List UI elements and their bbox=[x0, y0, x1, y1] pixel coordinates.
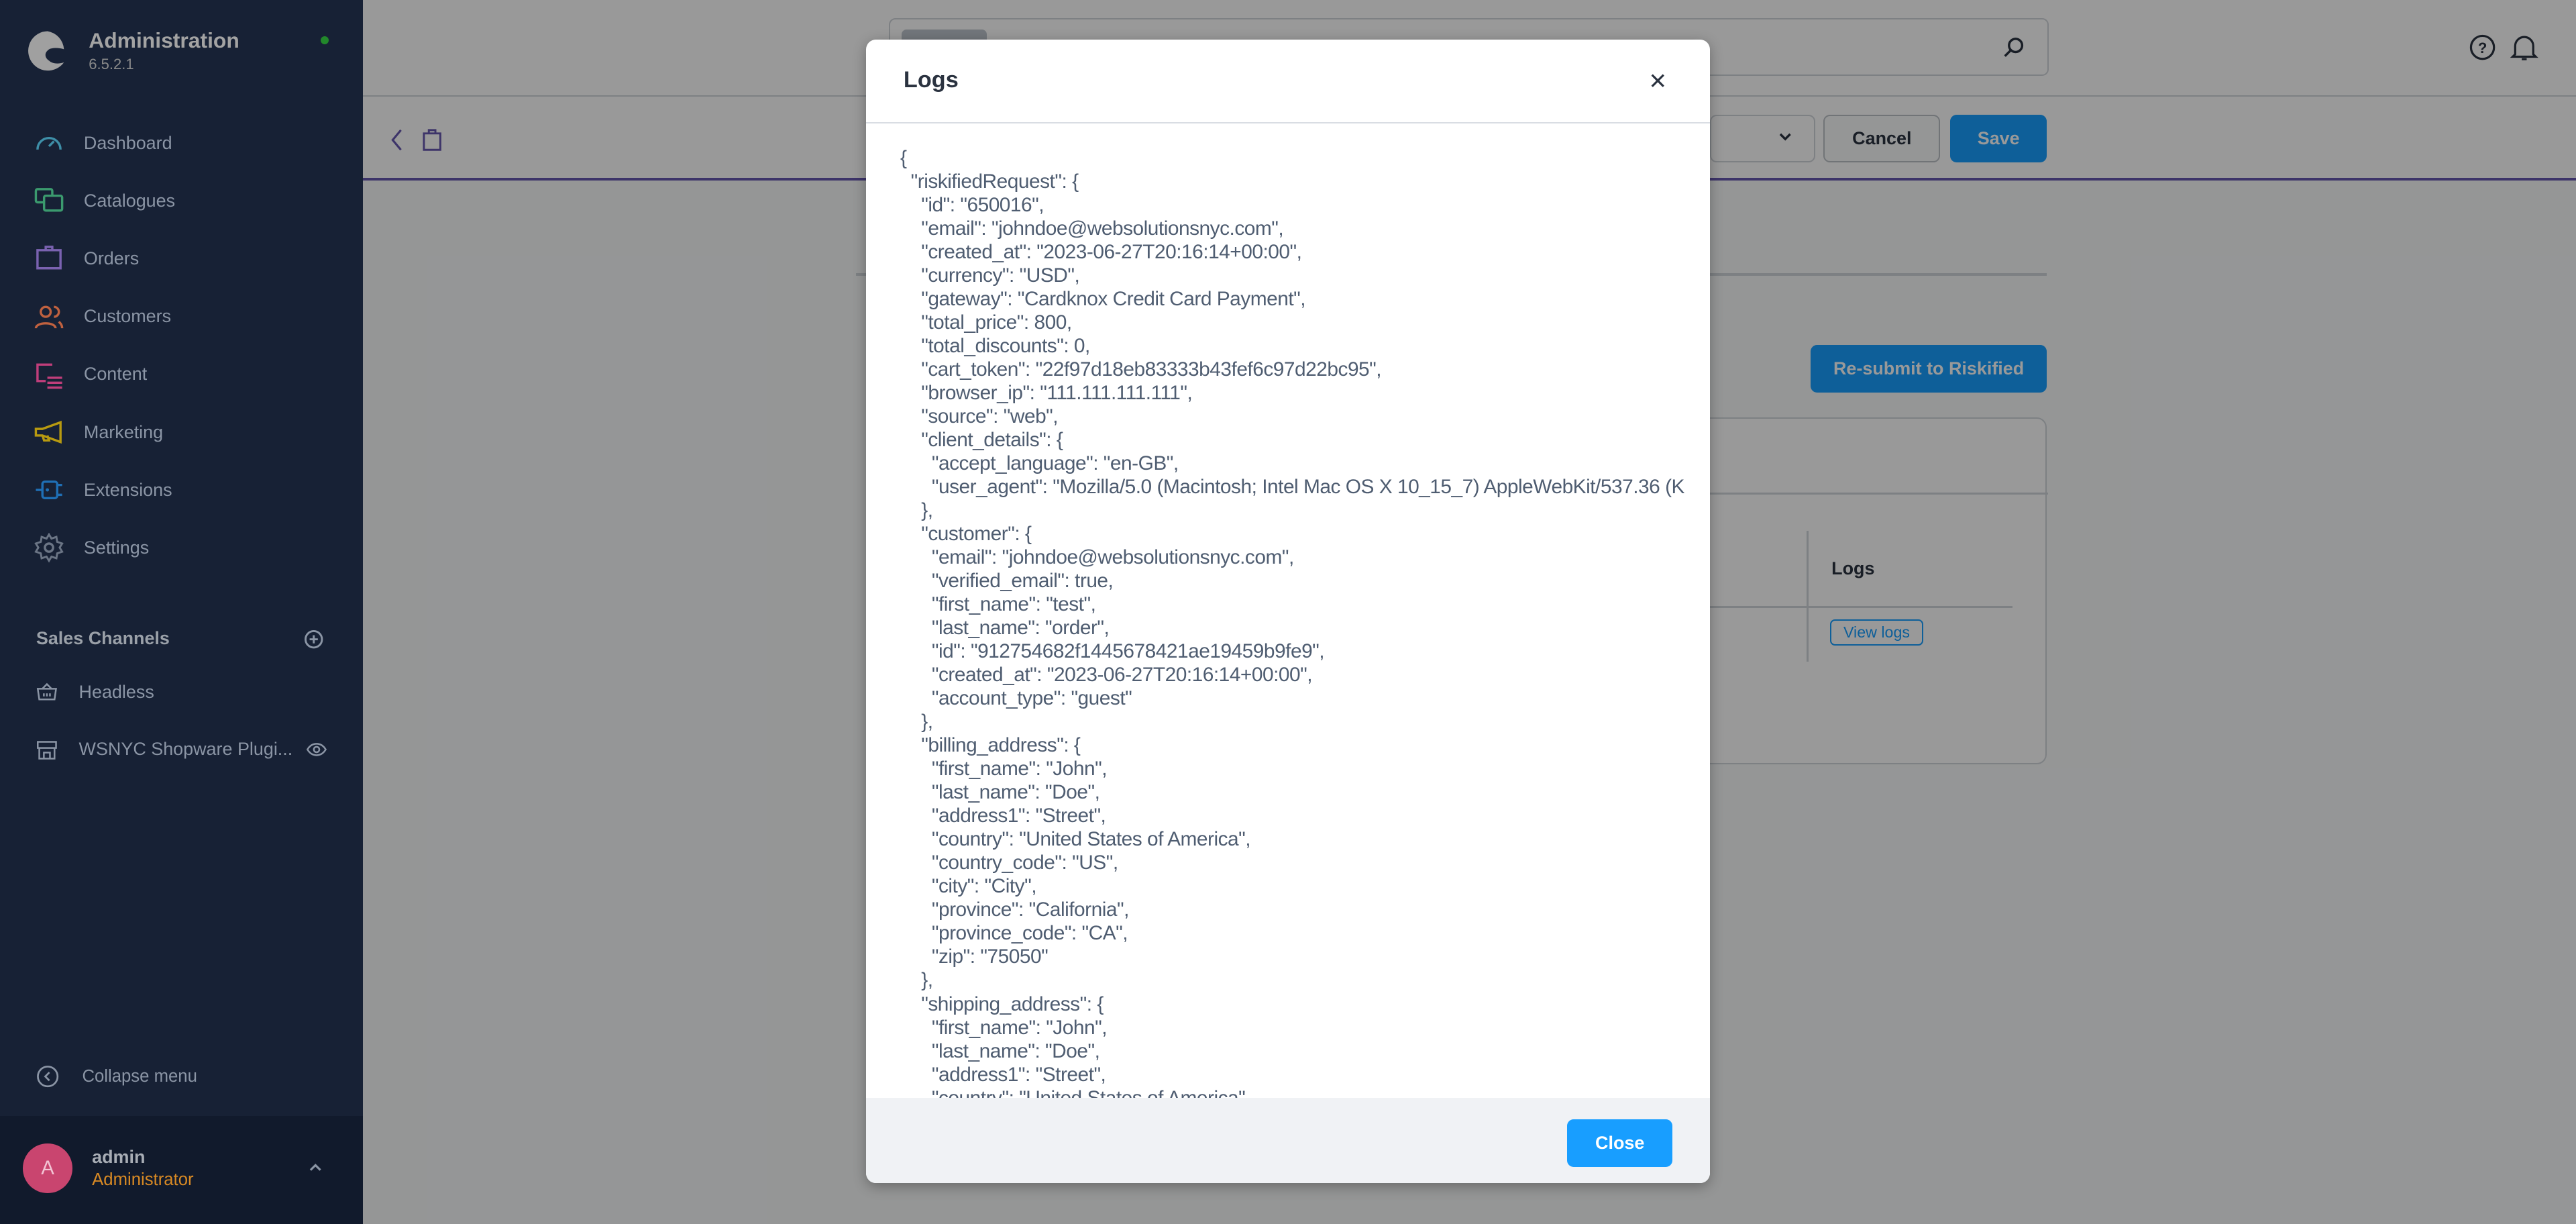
json-line: "email": "johndoe@websolutionsnyc.com", bbox=[900, 546, 1294, 569]
json-line: "country": "United States of America", bbox=[900, 828, 1251, 851]
json-line: "city": "City", bbox=[900, 875, 1037, 898]
app-root: Administration 6.5.2.1 Dashboard Catalogu… bbox=[0, 0, 2576, 1224]
json-line: }, bbox=[900, 969, 933, 992]
chevron-up-icon[interactable] bbox=[307, 1160, 323, 1174]
sales-channel-label: WSNYC Shopware Plugi... bbox=[78, 739, 293, 760]
sidebar-item-extensions[interactable]: Extensions bbox=[0, 466, 363, 515]
sales-channel-label: Headless bbox=[78, 681, 154, 702]
json-line: "country_code": "US", bbox=[900, 852, 1118, 874]
json-line: "shipping_address": { bbox=[900, 992, 1104, 1015]
app-title: Administration bbox=[89, 28, 239, 52]
sidebar-item-label: Dashboard bbox=[83, 132, 172, 153]
user-name: admin bbox=[92, 1147, 146, 1168]
close-icon[interactable] bbox=[1650, 72, 1666, 89]
settings-icon bbox=[34, 533, 64, 563]
collapse-menu-label: Collapse menu bbox=[82, 1066, 197, 1086]
marketing-icon bbox=[35, 420, 62, 444]
sidebar-item-content[interactable]: Content bbox=[0, 350, 363, 399]
sidebar-item-label: Marketing bbox=[83, 421, 164, 442]
json-line: "created_at": "2023-06-27T20:16:14+00:00… bbox=[900, 664, 1313, 686]
user-role: Administrator bbox=[92, 1170, 194, 1189]
sidebar-item-dashboard[interactable]: Dashboard bbox=[0, 118, 363, 167]
status-indicator bbox=[320, 36, 329, 45]
json-line: "first_name": "test", bbox=[900, 593, 1096, 616]
log-json: { "riskifiedRequest": { "id": "650016", … bbox=[900, 146, 1684, 1098]
modal-body[interactable]: { "riskifiedRequest": { "id": "650016", … bbox=[866, 123, 1711, 1098]
sidebar-item-label: Orders bbox=[83, 248, 140, 268]
sidebar-item-label: Extensions bbox=[83, 479, 172, 500]
json-line: "last_name": "order", bbox=[900, 617, 1110, 640]
customers-icon bbox=[35, 305, 64, 329]
sidebar-item-orders[interactable]: Orders bbox=[0, 234, 363, 283]
eye-icon[interactable] bbox=[306, 739, 327, 760]
sidebar-item-label: Customers bbox=[83, 306, 172, 327]
user-panel[interactable]: A admin Administrator bbox=[0, 1115, 364, 1224]
sidebar: Administration 6.5.2.1 Dashboard Catalogu… bbox=[0, 0, 364, 1224]
json-line: "zip": "75050" bbox=[900, 946, 1049, 968]
json-line: "email": "johndoe@websolutionsnyc.com", bbox=[900, 217, 1284, 240]
json-line: "gateway": "Cardknox Credit Card Payment… bbox=[900, 288, 1306, 311]
sidebar-item-catalogues[interactable]: Catalogues bbox=[0, 176, 363, 225]
logs-modal: Logs { "riskifiedRequest": { "id": "6500… bbox=[865, 39, 1711, 1184]
dashboard-icon bbox=[36, 136, 62, 150]
json-line: "id": "650016", bbox=[900, 193, 1044, 216]
collapse-menu-button[interactable]: Collapse menu bbox=[0, 1052, 363, 1101]
app-version: 6.5.2.1 bbox=[89, 56, 134, 73]
avatar: A bbox=[23, 1143, 72, 1193]
basket-icon bbox=[36, 682, 57, 701]
json-line: { bbox=[900, 146, 907, 169]
json-line: "first_name": "John", bbox=[900, 758, 1108, 780]
json-line: "verified_email": true, bbox=[900, 570, 1114, 593]
json-line: "address1": "Street", bbox=[900, 805, 1106, 827]
sidebar-item-label: Content bbox=[83, 364, 148, 385]
json-line: "province": "California", bbox=[900, 899, 1130, 921]
shopware-logo-icon bbox=[28, 31, 64, 71]
sidebar-item-settings[interactable]: Settings bbox=[0, 523, 363, 572]
json-line: "client_details": { bbox=[900, 429, 1063, 452]
sidebar-item-marketing[interactable]: Marketing bbox=[0, 407, 363, 456]
json-line: "user_agent": "Mozilla/5.0 (Macintosh; I… bbox=[900, 476, 1685, 499]
json-line: "first_name": "John", bbox=[900, 1016, 1108, 1039]
json-line: "address1": "Street", bbox=[900, 1063, 1106, 1086]
content-icon bbox=[36, 363, 63, 389]
json-line: "total_price": 800, bbox=[900, 311, 1072, 334]
json-line: "total_discounts": 0, bbox=[900, 335, 1090, 358]
json-line: "customer": { bbox=[900, 523, 1032, 546]
extensions-icon bbox=[36, 480, 63, 500]
sidebar-item-label: Settings bbox=[83, 537, 150, 558]
modal-footer: Close bbox=[865, 1097, 1711, 1184]
orders-icon bbox=[36, 246, 62, 270]
sidebar-item-customers[interactable]: Customers bbox=[0, 292, 363, 341]
chevron-left-circle-icon bbox=[36, 1066, 59, 1088]
catalogues-icon bbox=[35, 188, 64, 212]
json-line: "created_at": "2023-06-27T20:16:14+00:00… bbox=[900, 241, 1302, 263]
json-line: "cart_token": "22f97d18eb83333b43fef6c97… bbox=[900, 358, 1382, 381]
json-line: "accept_language": "en-GB", bbox=[900, 452, 1179, 475]
sidebar-item-label: Catalogues bbox=[83, 190, 176, 211]
json-line: }, bbox=[900, 499, 933, 522]
json-line: "riskifiedRequest": { bbox=[900, 170, 1079, 193]
json-line: }, bbox=[900, 711, 933, 733]
json-line: "browser_ip": "111.111.111.111", bbox=[900, 382, 1193, 405]
add-sales-channel-icon[interactable] bbox=[304, 629, 323, 649]
json-line: "source": "web", bbox=[900, 405, 1059, 428]
sales-channels-title: Sales Channels bbox=[36, 627, 170, 648]
storefront-icon bbox=[36, 741, 57, 760]
json-line: "province_code": "CA", bbox=[900, 922, 1128, 945]
sales-channel-wsnyc[interactable]: WSNYC Shopware Plugi... bbox=[0, 725, 363, 774]
sales-channel-headless[interactable]: Headless bbox=[0, 667, 363, 716]
modal-title: Logs bbox=[903, 67, 959, 93]
json-line: "last_name": "Doe", bbox=[900, 1039, 1100, 1062]
modal-header: Logs bbox=[865, 40, 1711, 123]
json-line: "id": "912754682f1445678421ae19459b9fe9"… bbox=[900, 640, 1325, 663]
json-line: "currency": "USD", bbox=[900, 264, 1080, 287]
json-line: "last_name": "Doe", bbox=[900, 781, 1100, 804]
json-line: "billing_address": { bbox=[900, 734, 1081, 757]
json-line: "country": "United States of America", bbox=[900, 1086, 1684, 1098]
json-line: "account_type": "guest" bbox=[900, 687, 1132, 710]
close-button[interactable]: Close bbox=[1567, 1119, 1673, 1167]
